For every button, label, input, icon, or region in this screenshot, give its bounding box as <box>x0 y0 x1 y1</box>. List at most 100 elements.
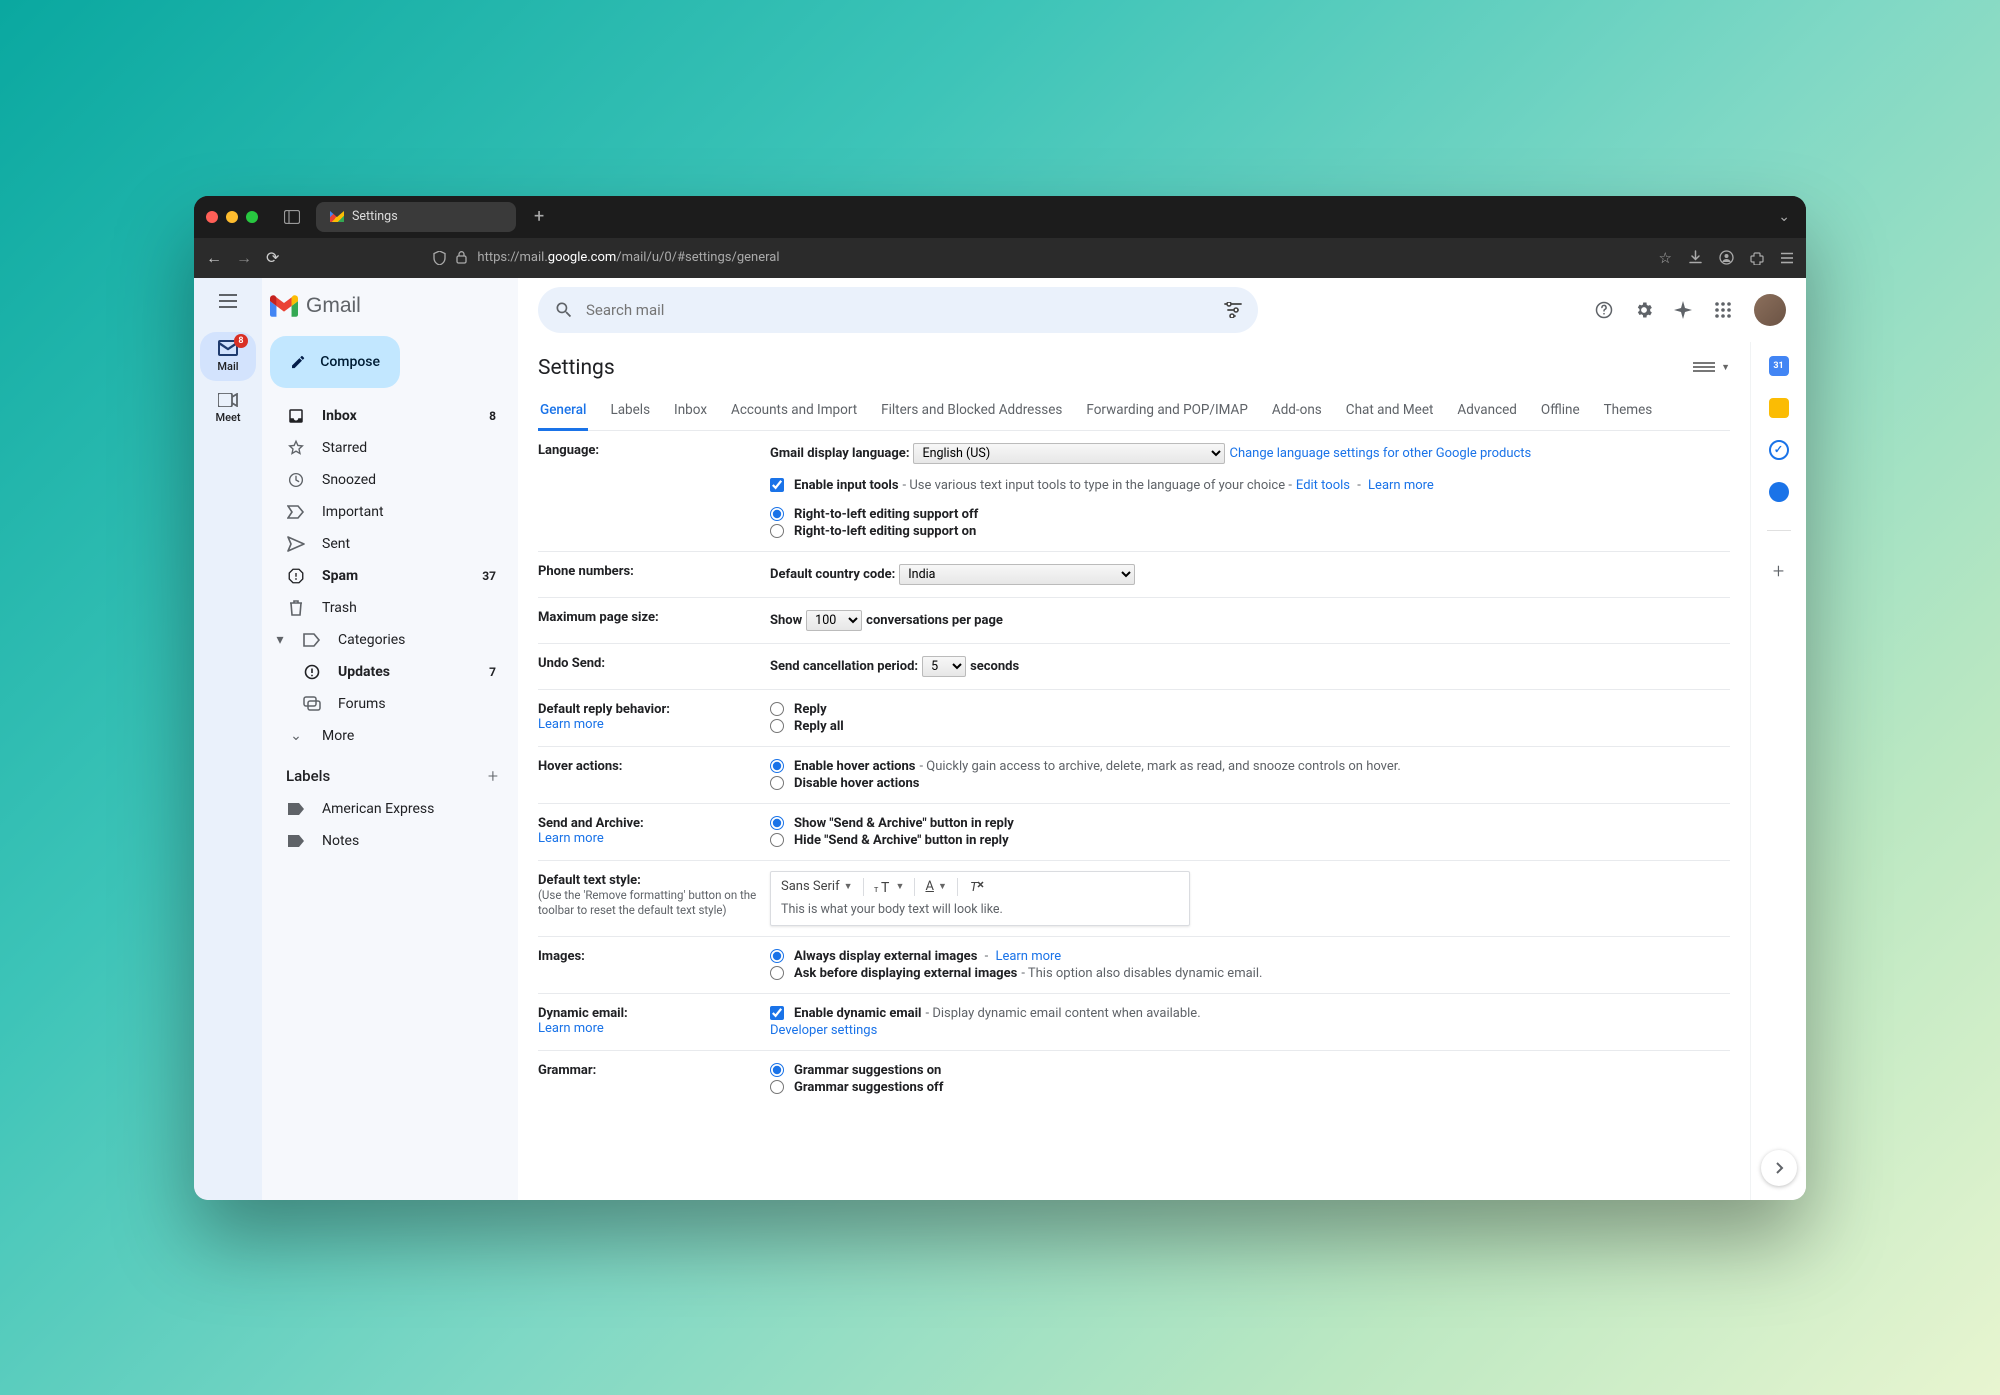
section-grammar: Grammar: Grammar suggestions on Grammar … <box>538 1051 1730 1107</box>
label-item[interactable]: American Express <box>262 793 518 825</box>
rail-meet[interactable]: Meet <box>200 385 256 432</box>
nav-categories[interactable]: ▾ Categories <box>262 624 518 656</box>
label-item[interactable]: Notes <box>262 825 518 857</box>
search-filters-icon[interactable] <box>1216 293 1250 327</box>
learn-more-link[interactable]: Learn more <box>538 831 604 846</box>
language-select[interactable]: English (US) <box>913 443 1225 464</box>
nav-snoozed[interactable]: Snoozed <box>262 464 518 496</box>
tab-forwarding[interactable]: Forwarding and POP/IMAP <box>1084 392 1249 431</box>
change-language-link[interactable]: Change language settings for other Googl… <box>1229 446 1531 461</box>
bookmark-icon[interactable]: ☆ <box>1659 249 1672 267</box>
nav-forums[interactable]: Forums <box>262 688 518 720</box>
reload-button[interactable]: ⟳ <box>266 248 279 267</box>
tasks-app-icon[interactable]: ✓ <box>1769 440 1789 460</box>
extensions-icon[interactable] <box>1750 251 1764 265</box>
tab-addons[interactable]: Add-ons <box>1270 392 1324 431</box>
collapse-panel-button[interactable] <box>1761 1150 1797 1186</box>
gmail-brand-text: Gmail <box>306 294 361 318</box>
close-window-button[interactable] <box>206 211 218 223</box>
nav-important[interactable]: Important <box>262 496 518 528</box>
tab-chat[interactable]: Chat and Meet <box>1344 392 1436 431</box>
tab-offline[interactable]: Offline <box>1539 392 1582 431</box>
tab-accounts[interactable]: Accounts and Import <box>729 392 859 431</box>
enable-input-tools-checkbox[interactable] <box>770 478 784 492</box>
maximize-window-button[interactable] <box>246 211 258 223</box>
tab-general[interactable]: General <box>538 392 588 431</box>
minimize-window-button[interactable] <box>226 211 238 223</box>
text-preview: This is what your body text will look li… <box>781 902 1179 917</box>
edit-tools-link[interactable]: Edit tools <box>1296 478 1350 493</box>
hide-send-archive-radio[interactable] <box>770 833 784 847</box>
download-icon[interactable] <box>1688 250 1703 265</box>
remove-formatting-button[interactable]: T <box>968 880 984 894</box>
reply-all-radio[interactable] <box>770 719 784 733</box>
images-ask-radio[interactable] <box>770 966 784 980</box>
get-addons-icon[interactable]: + <box>1773 559 1784 583</box>
settings-icon[interactable] <box>1634 300 1658 320</box>
tabs-dropdown-icon[interactable]: ⌄ <box>1778 209 1794 225</box>
undo-period-select[interactable]: 5 <box>922 656 966 677</box>
search-icon[interactable] <box>554 300 574 320</box>
add-label-icon[interactable]: + <box>488 766 498 787</box>
tab-inbox[interactable]: Inbox <box>672 392 709 431</box>
font-color-picker[interactable]: A▼ <box>925 879 946 894</box>
tab-themes[interactable]: Themes <box>1602 392 1655 431</box>
nav-spam[interactable]: Spam 37 <box>262 560 518 592</box>
search-input[interactable] <box>586 301 1204 319</box>
categories-icon <box>302 633 322 647</box>
rtl-on-radio[interactable] <box>770 524 784 538</box>
search-box[interactable] <box>538 287 1258 333</box>
developer-settings-link[interactable]: Developer settings <box>770 1023 877 1038</box>
url-field[interactable]: https://mail.google.com/mail/u/0/#settin… <box>293 250 1644 265</box>
tab-labels[interactable]: Labels <box>608 392 652 431</box>
show-send-archive-radio[interactable] <box>770 816 784 830</box>
calendar-app-icon[interactable] <box>1769 356 1789 376</box>
apps-icon[interactable] <box>1714 301 1738 319</box>
forward-button[interactable]: → <box>236 248 252 268</box>
density-picker[interactable]: ▼ <box>1693 362 1730 374</box>
section-images: Images: Always display external images -… <box>538 937 1730 994</box>
nav-trash[interactable]: Trash <box>262 592 518 624</box>
sidebar-toggle-icon[interactable] <box>284 210 300 224</box>
nav-inbox[interactable]: Inbox 8 <box>262 400 518 432</box>
country-code-select[interactable]: India <box>899 564 1135 585</box>
sparkle-icon[interactable] <box>1674 301 1698 319</box>
nav-updates[interactable]: Updates 7 <box>262 656 518 688</box>
grammar-off-radio[interactable] <box>770 1080 784 1094</box>
nav-starred[interactable]: Starred <box>262 432 518 464</box>
main-menu-icon[interactable] <box>219 294 237 308</box>
keep-app-icon[interactable] <box>1769 398 1789 418</box>
page-size-select[interactable]: 100 <box>806 610 862 631</box>
help-icon[interactable] <box>1594 300 1618 320</box>
account-avatar[interactable] <box>1754 294 1786 326</box>
tab-advanced[interactable]: Advanced <box>1455 392 1519 431</box>
back-button[interactable]: ← <box>206 248 222 268</box>
nav-more[interactable]: ⌄ More <box>262 720 518 752</box>
divider <box>1767 530 1791 531</box>
contacts-app-icon[interactable] <box>1769 482 1789 502</box>
dynamic-email-checkbox[interactable] <box>770 1006 784 1020</box>
gmail-brand[interactable]: Gmail <box>262 288 518 332</box>
images-always-radio[interactable] <box>770 949 784 963</box>
learn-more-link[interactable]: Learn more <box>538 717 604 732</box>
hover-disable-radio[interactable] <box>770 776 784 790</box>
hover-enable-radio[interactable] <box>770 759 784 773</box>
font-family-picker[interactable]: Sans Serif▼ <box>781 879 853 894</box>
nav-sent[interactable]: Sent <box>262 528 518 560</box>
browser-tab-active[interactable]: Settings <box>316 202 516 232</box>
account-icon[interactable] <box>1719 250 1734 265</box>
rtl-off-radio[interactable] <box>770 507 784 521</box>
reply-radio[interactable] <box>770 702 784 716</box>
shield-icon[interactable] <box>433 251 446 265</box>
rail-mail[interactable]: 8 Mail <box>200 332 256 381</box>
compose-button[interactable]: Compose <box>270 336 400 388</box>
tab-filters[interactable]: Filters and Blocked Addresses <box>879 392 1064 431</box>
new-tab-button[interactable]: + <box>526 206 552 227</box>
lock-icon[interactable] <box>456 251 467 264</box>
learn-more-link[interactable]: Learn more <box>538 1021 604 1036</box>
grammar-on-radio[interactable] <box>770 1063 784 1077</box>
font-size-picker[interactable]: тT▼ <box>874 880 905 894</box>
learn-more-link[interactable]: Learn more <box>1368 478 1434 493</box>
app-menu-icon[interactable] <box>1780 252 1794 264</box>
learn-more-link[interactable]: Learn more <box>995 949 1061 964</box>
